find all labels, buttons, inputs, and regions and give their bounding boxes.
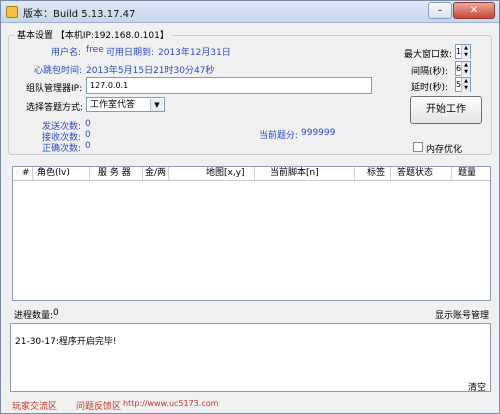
window-title: 版本：Build 5.13.17.47: [23, 9, 136, 20]
main-window: 版本：Build 5.13.17.47 – ✕ 基本设置 【本机IP:192.1…: [0, 0, 500, 414]
process-count-label: 进程数量:: [14, 311, 54, 321]
title-bar: 版本：Build 5.13.17.47 – ✕: [1, 1, 499, 23]
log-line: 21-30-17:程序开启完毕!: [15, 337, 117, 347]
max-windows-label: 最大窗口数:: [404, 50, 453, 60]
column-header[interactable]: #: [13, 167, 33, 181]
current-points-label: 当前题分:: [259, 131, 299, 141]
heartbeat-label: 心跳包时间:: [34, 66, 83, 76]
current-points-value: 999999: [301, 128, 336, 138]
username-label: 用户名:: [51, 48, 82, 58]
column-header[interactable]: 题量: [452, 167, 490, 181]
username-value: free: [86, 45, 104, 55]
start-work-button[interactable]: 开始工作: [410, 96, 482, 124]
role-table[interactable]: # 角色(lv) 服 务 器 金/两 地图[x,y] 当前脚本[n] 标签 答题…: [12, 166, 491, 301]
manager-ip-label: 组队管理器IP:: [26, 84, 83, 94]
expiry-value: 2013年12月31日: [158, 48, 231, 58]
recv-count-value: 0: [85, 130, 91, 140]
process-count-value: 0: [53, 308, 59, 318]
answer-mode-value: 工作室代答: [90, 100, 136, 110]
player-zone-link[interactable]: 玩家交流区: [12, 399, 57, 412]
answer-mode-label: 选择答题方式:: [26, 103, 84, 113]
close-button[interactable]: ✕: [453, 2, 495, 19]
spin-down-icon[interactable]: ▼: [461, 69, 470, 76]
answer-mode-select[interactable]: 工作室代答 ▼: [86, 97, 165, 112]
correct-count-label: 正确次数:: [42, 144, 82, 154]
delay-spinner[interactable]: 5 ▲ ▼: [455, 77, 471, 92]
column-header[interactable]: 标签: [355, 167, 391, 181]
column-header[interactable]: 角色(lv): [33, 167, 90, 181]
minimize-button[interactable]: –: [428, 2, 452, 19]
interval-spinner[interactable]: 60 ▲ ▼: [455, 61, 471, 76]
memory-opt-checkbox[interactable]: [413, 142, 423, 152]
chevron-down-icon: ▼: [150, 99, 163, 111]
column-header[interactable]: 地图[x,y]: [169, 167, 255, 181]
manager-ip-input[interactable]: 127.0.0.1: [86, 77, 372, 94]
column-header[interactable]: 当前脚本[n]: [255, 167, 355, 181]
column-header[interactable]: 答题状态: [391, 167, 452, 181]
spin-up-icon[interactable]: ▲: [461, 45, 470, 52]
basic-settings-label: 基本设置 【本机IP:192.168.0.101】: [14, 28, 172, 41]
table-header: # 角色(lv) 服 务 器 金/两 地图[x,y] 当前脚本[n] 标签 答题…: [13, 167, 490, 181]
spin-up-icon[interactable]: ▲: [461, 62, 470, 69]
website-url-link[interactable]: http://www.uc5173.com: [123, 399, 218, 408]
correct-count-value: 0: [85, 141, 91, 151]
spin-up-icon[interactable]: ▲: [461, 78, 470, 85]
column-header[interactable]: 服 务 器: [90, 167, 143, 181]
delay-label: 延时(秒):: [411, 83, 449, 93]
memory-opt-label: 内存优化: [426, 145, 463, 155]
clear-log-button[interactable]: 清空: [468, 380, 486, 393]
interval-label: 间隔(秒):: [411, 67, 449, 77]
app-icon: [6, 6, 18, 18]
expiry-label: 可用日期到:: [106, 48, 155, 58]
spin-down-icon[interactable]: ▼: [461, 85, 470, 92]
heartbeat-value: 2013年5月15日21时30分47秒: [86, 66, 215, 76]
log-area[interactable]: 21-30-17:程序开启完毕! 清空: [10, 323, 491, 393]
feedback-zone-link[interactable]: 问题反馈区: [76, 399, 121, 412]
column-header[interactable]: 金/两: [143, 167, 169, 181]
show-accounts-link[interactable]: 显示账号管理: [435, 308, 489, 321]
max-windows-spinner[interactable]: 1 ▲ ▼: [455, 44, 471, 59]
sent-count-value: 0: [85, 119, 91, 129]
spin-down-icon[interactable]: ▼: [461, 52, 470, 59]
